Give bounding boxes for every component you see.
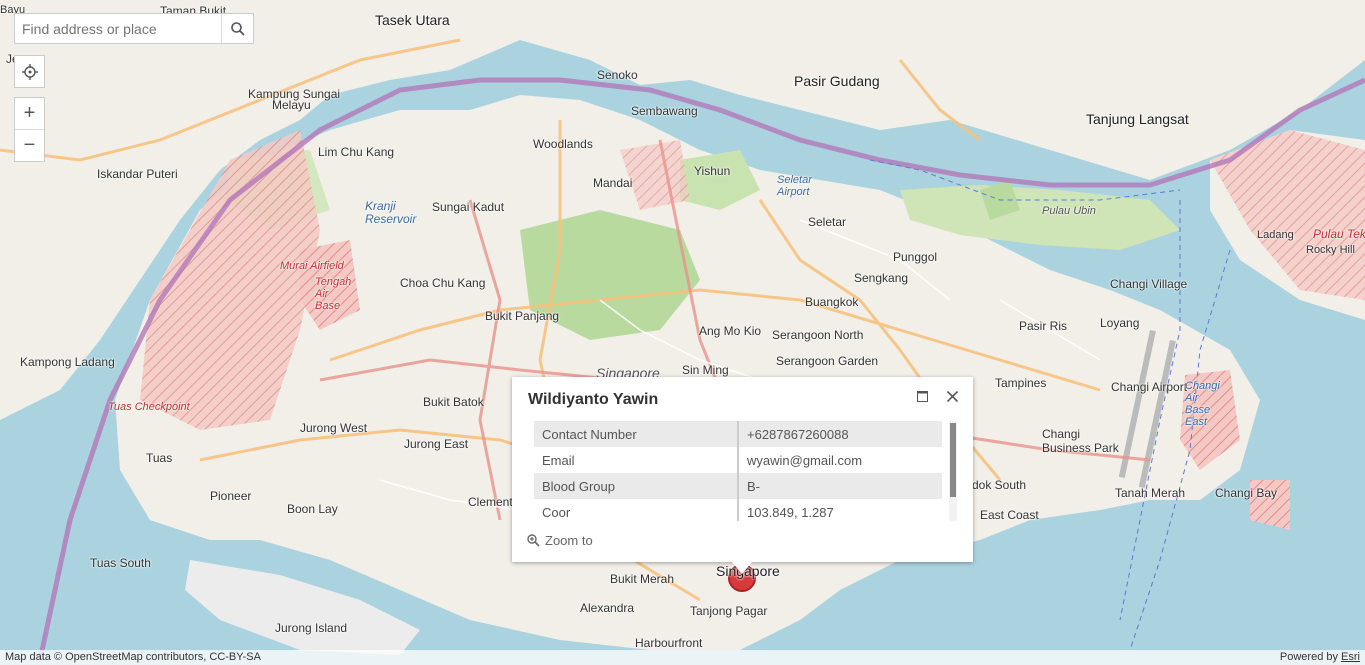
map-label: Melayu <box>272 98 311 112</box>
map-label: Woodlands <box>533 137 593 151</box>
map-label: Pasir Gudang <box>794 73 880 89</box>
map-label: Kranji Reservoir <box>365 199 417 226</box>
attribute-table: Contact Number +6287867260088 Email wyawin… <box>534 421 942 521</box>
dock-button[interactable] <box>915 389 929 403</box>
map-label: Mandai <box>593 176 633 190</box>
locate-icon <box>21 63 38 80</box>
zoom-control: + − <box>14 97 45 162</box>
scrollbar-thumb[interactable] <box>950 423 956 497</box>
locate-button[interactable] <box>15 56 44 87</box>
powered-by-label: Powered by <box>1279 651 1338 663</box>
map-label: Changi Bay <box>1215 486 1278 500</box>
map-label: Sengkang <box>854 271 909 285</box>
map-label: Senoko <box>597 68 638 82</box>
map-label: Sin Ming <box>682 363 729 377</box>
map-label: Ladang <box>1257 229 1294 241</box>
field-name: Contact Number <box>534 421 739 447</box>
map-label: Seletar <box>808 215 847 229</box>
map-label: Changi Village <box>1110 277 1188 291</box>
zoom-out-button[interactable]: − <box>15 129 44 161</box>
attribution-bar: Map data © OpenStreetMap contributors, C… <box>0 650 1365 665</box>
zoom-to-icon <box>527 534 540 547</box>
map-label: Tanjung Langsat <box>1086 111 1189 127</box>
map-label: Murai Airfield <box>280 260 344 272</box>
scrollbar[interactable] <box>949 421 957 521</box>
search-icon <box>230 21 245 36</box>
map-label: Loyang <box>1100 316 1140 330</box>
map-label: Pulau Tek <box>1313 227 1365 241</box>
map-label: dok South <box>972 478 1027 492</box>
field-name: Blood Group <box>534 473 739 499</box>
map-label: Kampong Ladang <box>20 355 115 369</box>
map-label: Ang Mo Kio <box>699 324 762 338</box>
field-name: Coor <box>534 499 739 521</box>
map-label: Pioneer <box>210 489 252 503</box>
map-label: Tanjong Pagar <box>690 604 768 618</box>
locate-control <box>14 55 45 88</box>
table-row: Email wyawin@gmail.com <box>534 447 942 473</box>
zoom-to-label: Zoom to <box>545 533 593 548</box>
map-label: Sungai Kadut <box>432 200 505 214</box>
zoom-to-action[interactable]: Zoom to <box>527 533 593 548</box>
attribute-table-container[interactable]: Contact Number +6287867260088 Email wyawin… <box>534 421 949 521</box>
close-icon <box>946 390 958 402</box>
map-label: Tuas Checkpoint <box>108 401 190 413</box>
map-label: Yishun <box>694 164 731 178</box>
map-label: East Coast <box>980 508 1039 522</box>
map-label: Changi Air Base East <box>1185 380 1220 428</box>
map-label: Pulau Ubin <box>1042 205 1096 217</box>
map-label: Jurong Island <box>275 621 348 635</box>
map-label: Tuas <box>146 451 173 465</box>
map-label: Changi Airport <box>1111 380 1188 394</box>
zoom-in-button[interactable]: + <box>15 98 44 129</box>
map-label: Buangkok <box>805 295 859 309</box>
map-label: Seletar Airport <box>777 174 812 198</box>
map-label: Jurong West <box>300 421 368 435</box>
basemap[interactable] <box>0 0 1365 665</box>
map-label: Tasek Utara <box>375 12 450 28</box>
map-label: Tengah Air Base <box>315 276 352 312</box>
popup-title: Wildiyanto Yawin <box>528 391 659 408</box>
table-row: Blood Group B- <box>534 473 942 499</box>
map-label: Harbourfront <box>635 636 703 650</box>
map-label: Bukit Batok <box>423 395 484 409</box>
table-row: Contact Number +6287867260088 <box>534 421 942 447</box>
map-label: Boon Lay <box>287 502 338 516</box>
map-label: Iskandar Puteri <box>97 167 178 181</box>
powered-by: Powered by Esri <box>1280 651 1360 663</box>
map-label: Alexandra <box>580 601 635 615</box>
map-label: Sembawang <box>631 104 698 118</box>
esri-link[interactable]: Esri <box>1341 651 1360 663</box>
map-label: Rocky Hill <box>1306 244 1355 256</box>
info-popup: Wildiyanto Yawin Contact Number +62878672… <box>512 377 973 574</box>
popup-pointer <box>732 562 752 574</box>
field-value: B- <box>738 473 942 499</box>
map-label: Tampines <box>995 376 1047 390</box>
map-label: Bukit Merah <box>610 572 675 586</box>
map-label: Pasir Ris <box>1019 319 1068 333</box>
map-label: Bukit Panjang <box>485 309 560 323</box>
dock-icon <box>916 390 928 402</box>
field-value: 103.849, 1.287 <box>747 504 834 520</box>
map-label: Jurong East <box>404 437 469 451</box>
search-button[interactable] <box>221 14 253 43</box>
map-label: Tanah Merah <box>1115 486 1186 500</box>
map-label: Punggol <box>893 250 938 264</box>
map-label: Lim Chu Kang <box>318 145 395 159</box>
table-row: Coor 103.849, 1.287 <box>534 499 942 521</box>
map-label: Serangoon North <box>772 328 864 342</box>
map-label: Choa Chu Kang <box>400 276 486 290</box>
map-label: Clementi <box>468 495 516 509</box>
field-name: Email <box>534 447 739 473</box>
map-label: Serangoon Garden <box>776 354 879 368</box>
field-value: +6287867260088 <box>738 421 942 447</box>
close-button[interactable] <box>945 389 959 403</box>
search-box <box>14 13 254 44</box>
attribution-text: Map data © OpenStreetMap contributors, C… <box>5 651 261 663</box>
search-input[interactable] <box>15 14 221 43</box>
map-label: Tuas South <box>90 556 151 570</box>
field-value: wyawin@gmail.com <box>747 452 863 468</box>
map-label: Changi Business Park <box>1042 427 1119 455</box>
